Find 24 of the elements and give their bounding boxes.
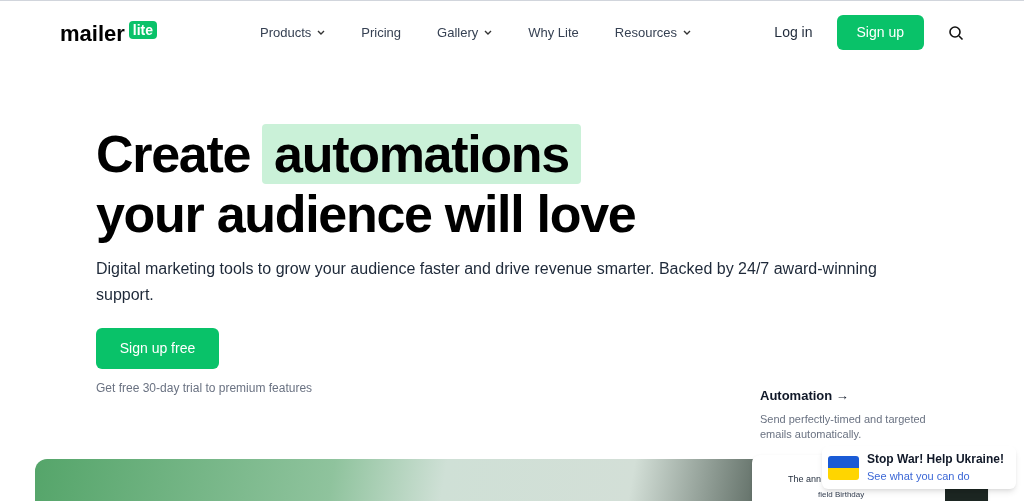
chevron-down-icon xyxy=(484,30,493,35)
chevron-down-icon xyxy=(682,30,691,35)
feature-title[interactable]: Automation → xyxy=(760,386,960,406)
search-icon[interactable] xyxy=(948,24,964,41)
nav-item[interactable]: Products xyxy=(260,22,326,43)
login-link[interactable]: Log in xyxy=(774,22,813,43)
banner-title: Stop War! Help Ukraine! xyxy=(867,451,1004,469)
hero-title: your audience will love xyxy=(96,184,637,244)
nav-item[interactable]: Gallery xyxy=(437,22,493,43)
ukraine-flag-icon xyxy=(828,455,859,480)
card-text: field Birthday xyxy=(818,490,865,500)
chevron-down-icon xyxy=(317,30,326,35)
hero-subtitle: Digital marketing tools to grow your audience faster and drive revenue smarter. Backed by 24/7 award-winning support. xyxy=(96,259,878,305)
card-text: The ann xyxy=(788,473,822,486)
nav-item[interactable]: Why Lite xyxy=(528,22,579,43)
ukraine-banner[interactable]: Stop War! Help Ukraine! See what you can do xyxy=(822,446,1016,489)
highlighted-word: automations xyxy=(262,124,581,184)
logo-wordmark[interactable]: mailer xyxy=(60,22,125,45)
hero-title: Create xyxy=(96,124,251,184)
feature-description: Send perfectly-timed and targeted emails automatically. xyxy=(760,411,927,442)
banner-link[interactable]: See what you can do xyxy=(867,468,1004,485)
nav-item[interactable]: Pricing xyxy=(361,22,402,43)
trial-note: Get free 30-day trial to premium features xyxy=(96,380,313,397)
nav-item[interactable]: Resources xyxy=(614,22,691,43)
